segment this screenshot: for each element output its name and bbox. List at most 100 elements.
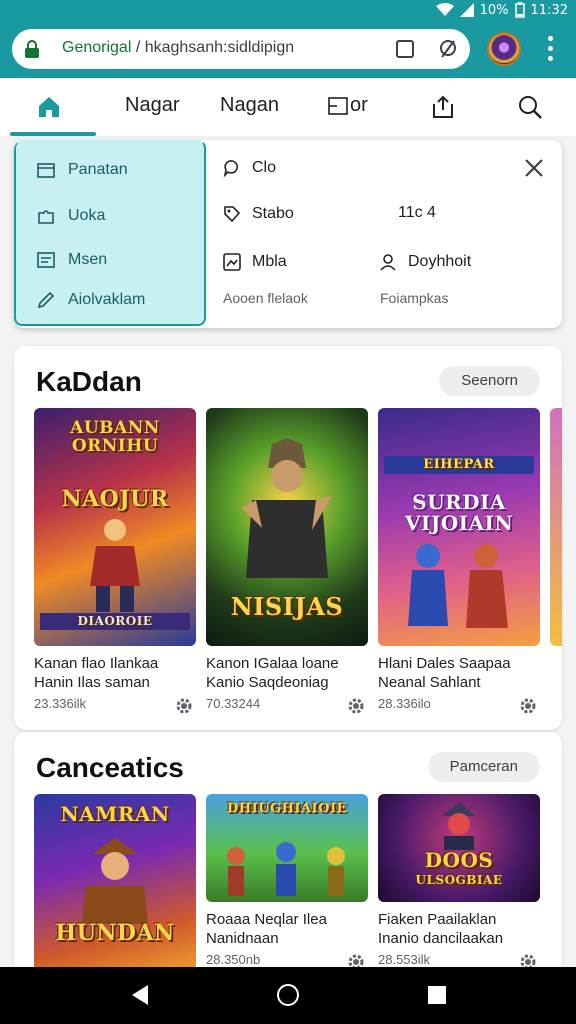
recents-button[interactable] <box>428 986 446 1004</box>
hero-figure-icon <box>442 802 476 850</box>
menu-item-label: Uoka <box>68 207 106 224</box>
gear-icon[interactable] <box>174 696 194 716</box>
menu-item-label: Clo <box>252 159 277 176</box>
game-cover-image: NISIJAS <box>206 408 368 646</box>
see-more-button[interactable]: Pamceran <box>427 752 540 782</box>
nav-tab-nagan[interactable]: Nagan <box>220 94 279 117</box>
home-button[interactable] <box>277 984 299 1006</box>
clock: 11:32 <box>530 2 568 18</box>
dropdown-menu: Panatan Uoka Msen Aiolvaklam Clo Stabo 1… <box>14 140 562 328</box>
cover-title-mid: NAOJUR <box>61 486 169 512</box>
cover-title-top: DOOS <box>424 848 494 872</box>
menu-item-label: Aiolvaklam <box>68 291 146 308</box>
search-icon[interactable] <box>517 94 543 120</box>
top-nav: Nagar Nagan or <box>0 78 576 136</box>
game-title-line1: Kanon IGalaa loane <box>206 655 339 672</box>
person-icon <box>380 254 396 271</box>
game-cover-image: DOOS ULSOGBIAE <box>378 794 540 902</box>
menu-item-doyhhoit[interactable]: Doyhhoit <box>378 252 471 272</box>
game-card[interactable]: NISIJAS Kanon IGalaa loane Kanio Saqdeon… <box>206 408 368 716</box>
address-bar[interactable]: Genorigal / hkaghsanh:sidldipign <box>12 29 470 69</box>
game-cover-image: DHIUGHIAIOIE <box>206 794 368 902</box>
cover-title-mid: SURDIA VIJOIAIN <box>404 490 514 535</box>
gear-icon[interactable] <box>518 696 538 716</box>
cover-title-top: NAMRAN <box>60 802 170 826</box>
more-menu-icon[interactable] <box>545 36 555 64</box>
chat-icon <box>223 160 238 178</box>
cover-title-top: EIHEPAR <box>384 456 534 474</box>
game-title-line1: Fiaken Paailaklan <box>378 911 497 928</box>
cover-title-bottom: ULSOGBIAE <box>415 873 503 887</box>
menu-item-label: Stabo <box>252 205 294 222</box>
battery-percent: 10% <box>479 2 509 18</box>
section-title: KaDdan <box>36 366 142 397</box>
see-more-button[interactable]: Seenorn <box>439 366 540 396</box>
puzzle-icon <box>38 210 54 224</box>
game-card[interactable]: NAMRAN HUNDAN <box>34 794 196 974</box>
hero-figure-icon <box>82 838 148 924</box>
download-count: 28.553ilk <box>378 952 431 967</box>
section-kaddan: KaDdan Seenorn AUBANN ORNIHU NAOJUR DIAO… <box>14 346 562 730</box>
cover-title-bottom: NISIJAS <box>230 592 344 621</box>
menu-item-uoka[interactable]: Uoka <box>36 206 105 226</box>
game-card-partial[interactable] <box>550 408 562 646</box>
gear-icon[interactable] <box>346 696 366 716</box>
battery-icon <box>514 2 525 18</box>
menu-item-stabo[interactable]: Stabo <box>222 204 294 224</box>
menu-item-panatan[interactable]: Panatan <box>36 160 128 180</box>
game-title-line1: Kanan flao Ilankaa <box>34 655 159 672</box>
upload-icon[interactable] <box>430 94 456 120</box>
cover-title-bottom: HUNDAN <box>55 920 175 946</box>
url-path: / hkaghsanh:sidldipign <box>131 39 295 56</box>
nav-tab-or[interactable]: or <box>328 94 368 117</box>
home-icon[interactable] <box>36 94 62 120</box>
status-bar: 10% 11:32 <box>0 0 576 22</box>
game-cover-image: NAMRAN HUNDAN <box>34 794 196 974</box>
menu-item-label: Msen <box>68 251 108 268</box>
menu-item-msen[interactable]: Msen <box>36 250 107 270</box>
nav-tab-nagar[interactable]: Nagar <box>125 94 179 117</box>
menu-item-label: 11c 4 <box>398 204 436 221</box>
menu-item-label: Mbla <box>252 253 287 270</box>
tag-icon <box>224 206 241 223</box>
menu-footer-left[interactable]: Aooen flelaok <box>223 290 308 306</box>
menu-left-panel: Panatan Uoka Msen Aiolvaklam <box>14 140 206 326</box>
active-tab-indicator <box>10 132 96 136</box>
edit-icon[interactable] <box>436 37 460 61</box>
game-cover-image <box>550 408 562 646</box>
download-count: 28.350nb <box>206 952 261 967</box>
game-title-line2: Nanidnaan <box>206 930 279 947</box>
game-card[interactable]: EIHEPAR SURDIA VIJOIAIN Hlani Dales Saap… <box>378 408 540 716</box>
profile-avatar[interactable] <box>487 32 521 66</box>
menu-item-mbla[interactable]: Mbla <box>222 252 287 272</box>
close-icon[interactable] <box>522 156 546 180</box>
cover-title-bottom: DIAOROIE <box>40 613 190 630</box>
download-count: 70.33244 <box>206 696 261 711</box>
section-canceatics: Canceatics Pamceran NAMRAN HUNDAN DHIUGH… <box>14 732 562 982</box>
game-card[interactable]: AUBANN ORNIHU NAOJUR DIAOROIE Kanan flao… <box>34 408 196 716</box>
game-title-line2: Hanin Ilas saman <box>34 674 150 691</box>
game-meta: 70.33244 <box>206 696 368 716</box>
tabs-icon[interactable] <box>394 38 416 60</box>
menu-item-aiolvaklam[interactable]: Aiolvaklam <box>36 290 145 310</box>
game-title-line1: Roaaa Neqlar Ilea <box>206 911 327 928</box>
back-icon[interactable] <box>130 984 150 1006</box>
image-icon <box>223 253 241 271</box>
frame-icon <box>328 96 348 115</box>
hero-figure-icon <box>408 544 508 628</box>
url-text: Genorigal / hkaghsanh:sidldipign <box>62 39 294 57</box>
game-meta: 23.336ilk <box>34 696 196 716</box>
signal-icon <box>459 3 474 17</box>
game-cover-image: EIHEPAR SURDIA VIJOIAIN <box>378 408 540 646</box>
menu-item-clo[interactable]: Clo <box>222 158 276 178</box>
game-title-line1: Hlani Dales Saapaa <box>378 655 511 672</box>
game-card[interactable]: DHIUGHIAIOIE Roaaa Neqlar Ilea Nanidnaan… <box>206 794 368 972</box>
lock-icon <box>25 40 39 58</box>
menu-footer-right[interactable]: Foiampkas <box>380 290 448 306</box>
game-cover-image: AUBANN ORNIHU NAOJUR DIAOROIE <box>34 408 196 646</box>
game-title-line2: Neanal Sahlant <box>378 674 481 691</box>
menu-item-label: Doyhhoit <box>408 253 472 270</box>
card-icon <box>37 163 55 178</box>
cover-title-top: DHIUGHIAIOIE <box>227 801 347 816</box>
game-card[interactable]: DOOS ULSOGBIAE Fiaken Paailaklan Inanio … <box>378 794 540 972</box>
